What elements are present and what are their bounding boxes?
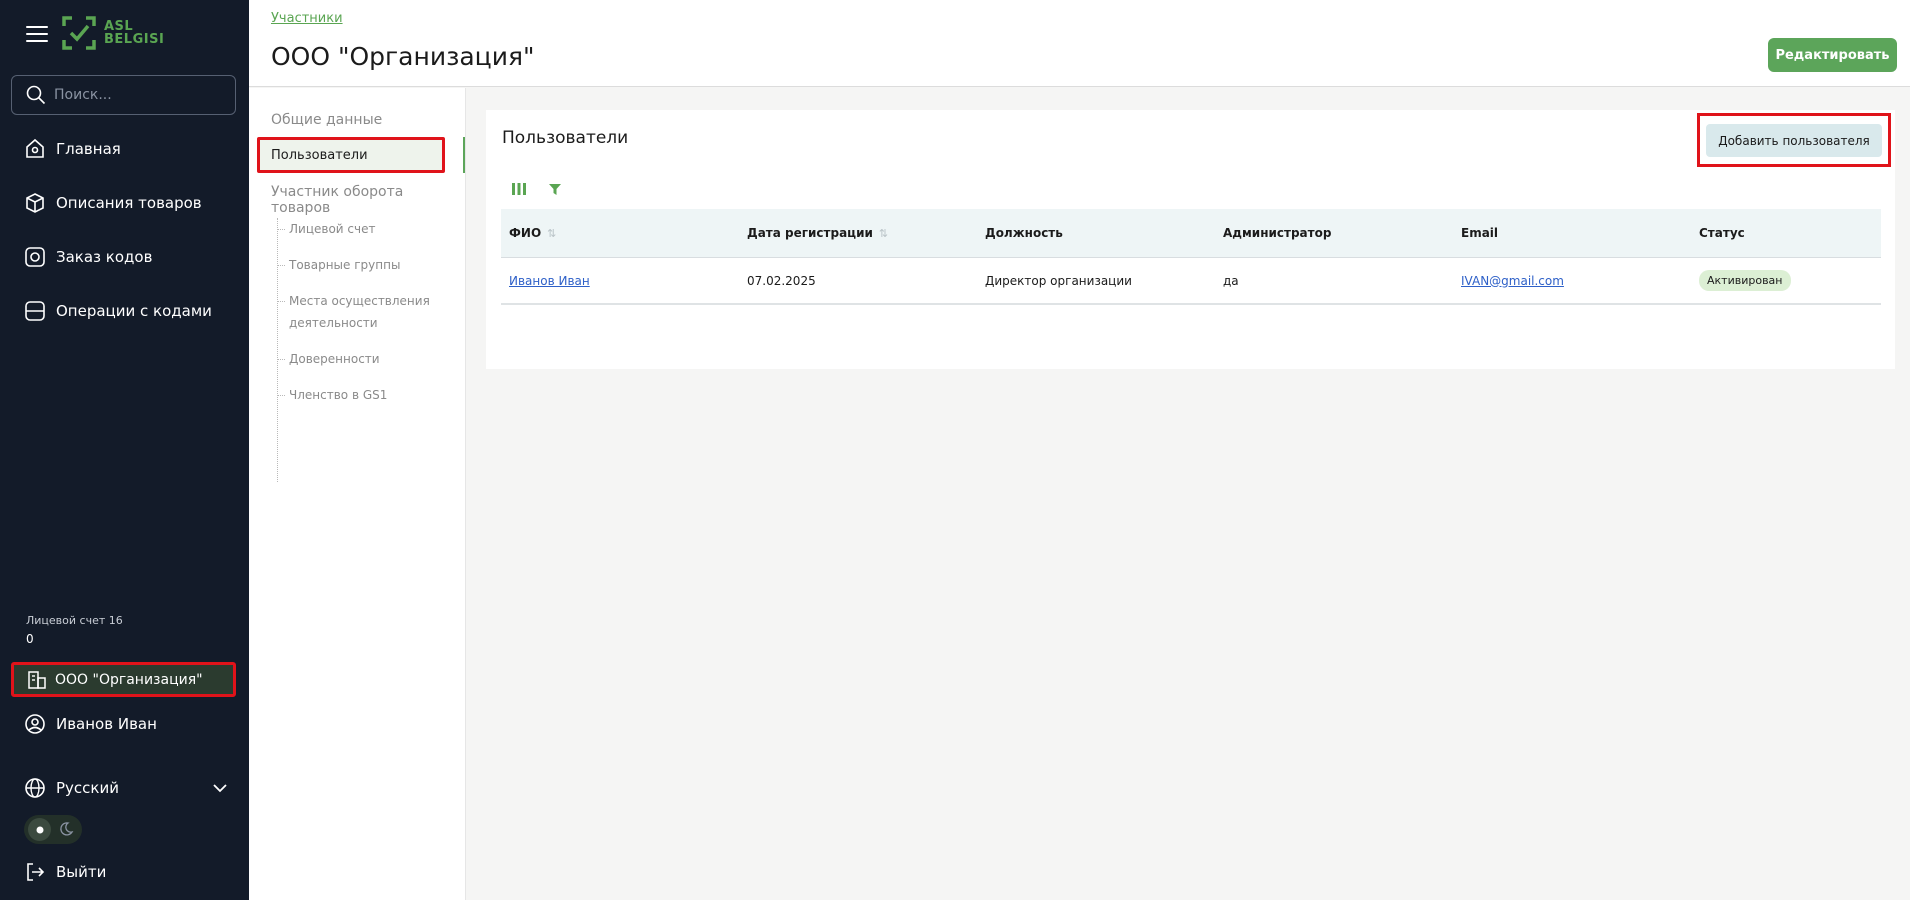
edit-button[interactable]: Редактировать xyxy=(1768,38,1897,72)
logout-button[interactable]: Выйти xyxy=(24,861,106,883)
user-icon xyxy=(25,714,45,734)
tree-tick xyxy=(277,265,285,266)
language-label: Русский xyxy=(56,779,119,797)
globe-icon xyxy=(25,778,45,798)
moon-icon[interactable] xyxy=(58,821,74,837)
page-header: Участники ООО "Организация" Редактироват… xyxy=(249,0,1910,87)
box-icon xyxy=(26,193,44,213)
logo[interactable]: ASL BELGISI xyxy=(60,14,164,52)
section-item-gs1-membership[interactable]: Членство в GS1 xyxy=(289,384,387,406)
users-table: ФИО ⇅ Дата регистрации ⇅ Должность Админис… xyxy=(501,209,1881,305)
sort-icon[interactable]: ⇅ xyxy=(547,227,556,240)
organization-icon xyxy=(28,670,46,689)
operations-icon xyxy=(25,301,45,321)
sidebar-item-label: Операции с кодами xyxy=(56,302,212,320)
section-item-product-groups[interactable]: Товарные группы xyxy=(289,254,400,276)
section-item-locations[interactable]: Места осуществления xyxy=(289,290,430,312)
home-icon xyxy=(26,138,44,158)
logout-label: Выйти xyxy=(56,863,107,881)
cell-name: Иванов Иван xyxy=(501,274,739,288)
section-item-general[interactable]: Общие данные xyxy=(271,112,382,128)
add-user-button[interactable]: Добавить пользователя xyxy=(1706,124,1882,157)
cell-status: Активирован xyxy=(1691,270,1881,291)
account-value: 0 xyxy=(26,632,34,646)
column-header[interactable]: Дата регистрации ⇅ xyxy=(739,226,977,240)
tree-line xyxy=(277,218,278,482)
users-panel: Пользователи Добавить пользователя ФИО ⇅ … xyxy=(486,110,1895,369)
tree-tick xyxy=(277,301,285,302)
sidebar-item-code-order[interactable]: Заказ кодов xyxy=(24,246,152,268)
sidebar-item-label: Главная xyxy=(56,140,121,158)
panel-title: Пользователи xyxy=(502,128,629,148)
sidebar-item-label: Описания товаров xyxy=(56,194,202,212)
language-select[interactable]: Русский xyxy=(24,777,119,799)
sun-icon[interactable] xyxy=(28,818,51,841)
column-header: Email xyxy=(1461,226,1499,240)
search-box[interactable] xyxy=(11,75,236,115)
tree-tick xyxy=(277,229,285,230)
table-header: ФИО ⇅ Дата регистрации ⇅ Должность Админис… xyxy=(501,209,1881,258)
email-link[interactable]: IVAN@gmail.com xyxy=(1461,274,1564,288)
sidebar-item-code-operations[interactable]: Операции с кодами xyxy=(24,300,212,322)
columns-icon[interactable] xyxy=(511,181,527,197)
cell-date: 07.02.2025 xyxy=(747,273,816,288)
tree-tick xyxy=(277,395,285,396)
active-indicator xyxy=(463,137,465,173)
sidebar-item-home[interactable]: Главная xyxy=(24,138,121,160)
section-item-powers-of-attorney[interactable]: Доверенности xyxy=(289,348,380,370)
section-item-users[interactable]: Пользователи xyxy=(257,137,445,173)
column-header: Должность xyxy=(985,226,1063,240)
column-header: Статус xyxy=(1699,226,1745,240)
page-title: ООО "Организация" xyxy=(271,42,535,71)
column-header: Администратор xyxy=(1223,226,1332,240)
logo-check-icon xyxy=(62,16,96,50)
sidebar: ASL BELGISI Главная Описания товаров Зак… xyxy=(0,0,249,900)
menu-icon[interactable] xyxy=(26,26,48,42)
theme-toggle[interactable] xyxy=(24,815,82,844)
sidebar-item-products[interactable]: Описания товаров xyxy=(24,192,202,214)
logout-icon xyxy=(27,863,45,881)
section-item-locations-line2[interactable]: деятельности xyxy=(289,312,378,334)
sidebar-item-user[interactable]: Иванов Иван xyxy=(24,713,157,735)
table-row: Иванов Иван 07.02.2025 Директор организа… xyxy=(501,258,1881,305)
breadcrumb[interactable]: Участники xyxy=(271,11,343,26)
section-menu: Общие данные Пользователи Участник оборо… xyxy=(249,88,466,900)
cell-email: IVAN@gmail.com xyxy=(1453,274,1691,288)
sidebar-item-label: Заказ кодов xyxy=(56,248,153,266)
logo-text: ASL BELGISI xyxy=(104,19,165,47)
section-item-account[interactable]: Лицевой счет xyxy=(289,218,375,240)
cell-admin: да xyxy=(1223,273,1239,288)
account-label: Лицевой счет 16 xyxy=(26,614,123,627)
user-label: Иванов Иван xyxy=(56,715,157,733)
add-user-highlight: Добавить пользователя xyxy=(1697,113,1891,167)
cell-position: Директор организации xyxy=(985,273,1132,288)
organization-label: ООО "Организация" xyxy=(55,671,203,688)
sidebar-item-organization[interactable]: ООО "Организация" xyxy=(11,662,236,697)
filter-icon[interactable] xyxy=(547,181,563,197)
user-name-link[interactable]: Иванов Иван xyxy=(509,274,590,288)
tree-tick xyxy=(277,359,285,360)
column-header[interactable]: ФИО ⇅ xyxy=(501,226,739,240)
section-item-participant[interactable]: Участник оборота товаров xyxy=(271,184,465,216)
sort-icon[interactable]: ⇅ xyxy=(879,227,888,240)
search-icon xyxy=(26,85,46,105)
status-badge: Активирован xyxy=(1699,270,1791,291)
search-input[interactable] xyxy=(54,87,214,103)
chevron-down-icon[interactable] xyxy=(212,780,228,796)
scan-icon xyxy=(25,247,45,267)
